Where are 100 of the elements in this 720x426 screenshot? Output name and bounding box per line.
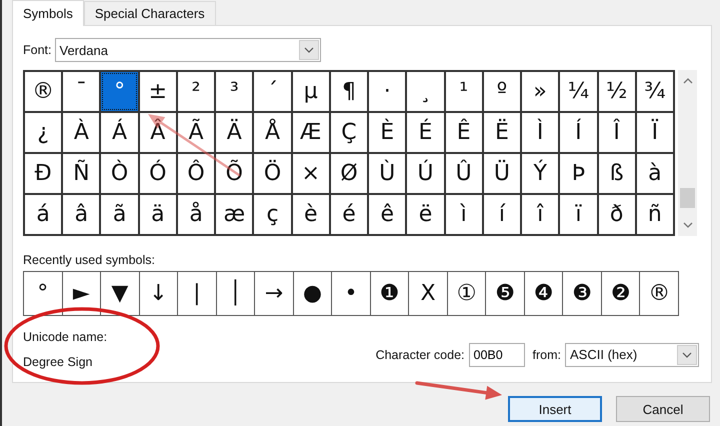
recent-symbol[interactable]: ° [24,272,62,315]
symbol-cell[interactable]: Ò [101,154,138,193]
symbol-cell[interactable]: Ú [407,154,444,193]
symbol-cell[interactable]: ² [178,72,214,111]
symbol-cell[interactable]: Ñ [63,154,100,193]
symbol-cell[interactable]: ¶ [330,72,368,111]
symbol-cell[interactable]: ï [560,195,597,234]
recent-symbol[interactable]: ❷ [602,272,640,315]
symbol-cell[interactable]: ¹ [446,72,482,111]
unicode-name-label: Unicode name: [23,330,108,344]
symbol-cell[interactable]: Þ [560,154,597,193]
symbol-cell[interactable]: Ã [178,113,214,152]
scroll-down-icon[interactable] [682,222,692,228]
symbol-cell[interactable]: æ [216,195,252,234]
symbol-cell[interactable]: ´ [254,72,291,111]
symbol-cell[interactable]: à [636,154,673,193]
symbol-cell[interactable]: â [63,195,100,234]
symbol-cell[interactable]: á [25,195,62,234]
symbol-cell[interactable]: Ô [178,154,214,193]
symbol-cell[interactable]: È [369,113,406,152]
from-dropdown[interactable]: ASCII (hex) [565,342,699,366]
symbol-cell[interactable]: Ø [330,154,368,193]
symbol-cell[interactable]: Ä [216,113,252,152]
symbol-cell[interactable]: Ï [636,113,673,152]
symbol-cell[interactable]: ¿ [25,113,62,152]
symbol-cell[interactable]: » [522,72,558,111]
symbol-cell[interactable]: º [484,72,520,111]
symbol-cell[interactable]: À [63,113,100,152]
cancel-button[interactable]: Cancel [616,396,710,422]
symbol-cell[interactable]: Å [254,113,291,152]
symbol-cell[interactable]: É [407,113,444,152]
symbol-cell[interactable]: · [369,72,406,111]
symbol-cell[interactable]: Ý [522,154,558,193]
symbol-cell[interactable]: Ë [484,113,520,152]
recent-symbol[interactable]: ❶ [370,272,408,315]
recent-symbols-label: Recently used symbols: [23,253,156,267]
symbol-cell[interactable]: ¸ [407,72,444,111]
symbol-cell[interactable]: ä [140,195,176,234]
symbol-cell[interactable]: è [292,195,329,234]
symbol-cell[interactable]: Ç [330,113,368,152]
symbol-cell[interactable]: µ [292,72,329,111]
recent-symbol[interactable]: ® [640,272,678,315]
font-dropdown[interactable]: Verdana [54,38,320,62]
symbol-cell[interactable]: ½ [598,72,635,111]
symbol-cell[interactable]: î [522,195,558,234]
symbol-cell[interactable]: Î [598,113,635,152]
symbol-cell[interactable]: ñ [636,195,673,234]
recent-symbol[interactable]: ❺ [486,272,524,315]
symbol-cell[interactable]: ° [101,72,138,111]
recent-symbol[interactable]: ❹ [524,272,562,315]
scrollbar[interactable] [678,70,697,236]
tab[interactable]: Symbols [12,0,84,26]
tab[interactable]: Special Characters [84,1,216,25]
symbol-cell[interactable]: Ù [369,154,406,193]
recent-symbol[interactable]: ↓ [140,272,178,315]
symbol-cell[interactable]: Ó [140,154,176,193]
recent-symbol[interactable]: | [178,272,216,315]
scrollbar-thumb[interactable] [680,188,695,208]
symbol-cell[interactable]: Æ [292,113,329,152]
symbol-cell[interactable]: × [292,154,329,193]
symbol-cell[interactable]: í [484,195,520,234]
symbol-cell[interactable]: ³ [216,72,252,111]
symbol-cell[interactable]: ç [254,195,291,234]
symbol-cell[interactable]: ð [598,195,635,234]
symbol-cell[interactable]: å [178,195,214,234]
scroll-up-icon[interactable] [682,78,692,84]
symbol-cell[interactable]: é [330,195,368,234]
symbol-cell[interactable]: ß [598,154,635,193]
symbol-cell[interactable]: Ü [484,154,520,193]
symbol-cell[interactable]: ¯ [63,72,100,111]
symbol-cell[interactable]: ã [101,195,138,234]
insert-button[interactable]: Insert [508,396,602,422]
recent-symbol[interactable]: ❸ [563,272,601,315]
recent-symbol[interactable]: ▼ [101,272,139,315]
symbol-cell[interactable]: ± [140,72,176,111]
font-label: Font: [23,43,52,57]
symbol-cell[interactable]: ê [369,195,406,234]
symbol-cell[interactable]: Û [446,154,482,193]
symbol-cell[interactable]: Ö [254,154,291,193]
recent-symbol[interactable]: ① [448,272,486,315]
symbol-cell[interactable]: Â [140,113,176,152]
symbol-cell[interactable]: Ð [25,154,62,193]
symbol-cell[interactable]: Ê [446,113,482,152]
recent-symbol[interactable]: ► [62,272,100,315]
symbol-cell[interactable]: Í [560,113,597,152]
unicode-name-value: Degree Sign [23,355,94,369]
symbol-cell[interactable]: ë [407,195,444,234]
symbol-cell[interactable]: Ì [522,113,558,152]
symbol-cell[interactable]: ¼ [560,72,597,111]
symbol-cell[interactable]: Á [101,113,138,152]
recent-symbol[interactable]: │ [216,272,254,315]
symbol-cell[interactable]: ì [446,195,482,234]
recent-symbol[interactable]: X [409,272,447,315]
recent-symbol[interactable]: ● [294,272,332,315]
symbol-cell[interactable]: Õ [216,154,252,193]
symbol-cell[interactable]: ® [25,72,62,111]
recent-symbol[interactable]: → [255,272,293,315]
recent-symbol[interactable]: • [332,272,370,315]
character-code-field[interactable]: 00B0 [468,342,525,366]
symbol-cell[interactable]: ¾ [636,72,673,111]
